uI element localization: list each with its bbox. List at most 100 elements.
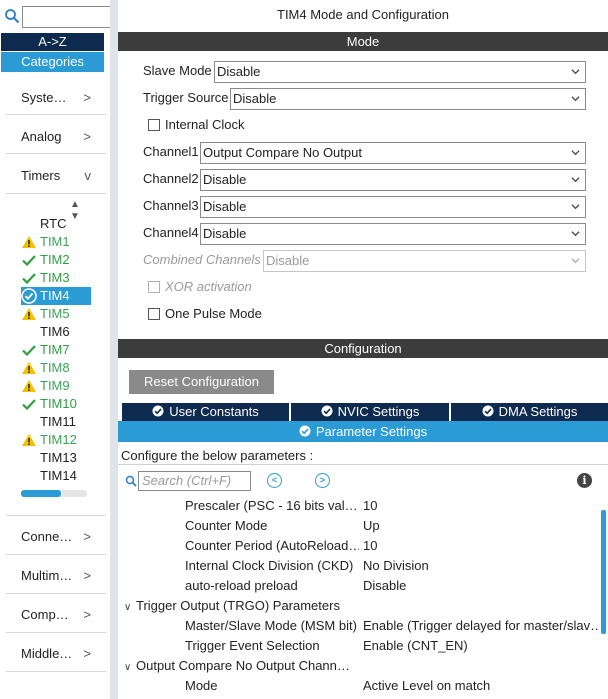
timer-label: TIM5 <box>40 306 70 321</box>
group-label: Output Compare No Output Chann… <box>136 658 350 673</box>
channel1-select[interactable]: Output Compare No Output <box>200 142 586 164</box>
slave-mode-select[interactable]: Disable <box>214 61 586 83</box>
timer-label: TIM7 <box>40 342 70 357</box>
category-middleware[interactable]: Middle… > <box>21 644 91 664</box>
timer-label: TIM2 <box>40 252 70 267</box>
chevron-right-icon: > <box>83 646 91 661</box>
one-pulse-mode-checkbox[interactable] <box>148 308 160 320</box>
param-name: Counter Period (AutoReload… <box>185 538 359 553</box>
select-value: Output Compare No Output <box>203 145 362 160</box>
search-icon[interactable] <box>4 8 20 24</box>
timer-label: TIM9 <box>40 378 70 393</box>
param-value[interactable]: 10 <box>363 498 599 513</box>
timer-item[interactable]: TIM1 <box>21 233 91 251</box>
divider <box>6 671 106 672</box>
channel3-select[interactable]: Disable <box>200 196 586 218</box>
timer-item[interactable]: TIM14 <box>21 467 91 485</box>
panel-splitter[interactable] <box>110 0 118 699</box>
chevron-right-icon: > <box>83 129 91 144</box>
group-trgo-parameters[interactable]: ∨ Trigger Output (TRGO) Parameters <box>124 598 340 613</box>
param-value[interactable]: No Division <box>363 558 599 573</box>
param-value[interactable]: Active Level on match <box>363 678 599 693</box>
channel2-select[interactable]: Disable <box>200 169 586 191</box>
warning-icon <box>22 434 36 446</box>
vertical-scrollbar[interactable] <box>601 510 606 634</box>
one-pulse-mode-label: One Pulse Mode <box>165 306 262 321</box>
tab-dma-settings[interactable]: DMA Settings <box>451 403 608 421</box>
tab-label: Parameter Settings <box>315 424 428 439</box>
warning-icon <box>22 308 36 320</box>
search-previous-icon[interactable]: < <box>267 473 282 488</box>
select-value: Disable <box>203 199 247 214</box>
tab-label: DMA Settings <box>498 404 578 419</box>
timer-item[interactable]: TIM6 <box>21 323 91 341</box>
timer-item[interactable]: TIM3 <box>21 269 91 287</box>
select-value: Disable <box>203 226 247 241</box>
tab-user-constants[interactable]: User Constants <box>122 403 289 421</box>
category-timers[interactable]: Timers v <box>21 166 91 186</box>
category-analog[interactable]: Analog > <box>21 127 91 147</box>
param-name: Internal Clock Division (CKD) <box>185 558 354 573</box>
info-icon[interactable]: i <box>577 473 592 488</box>
category-label: Conne… <box>21 529 73 544</box>
group-label: Trigger Output (TRGO) Parameters <box>136 598 340 613</box>
group-output-compare[interactable]: ∨ Output Compare No Output Chann… <box>124 658 350 673</box>
timer-item[interactable]: TIM2 <box>21 251 91 269</box>
combined-channels-label: Combined Channels <box>143 252 261 267</box>
timer-item[interactable]: TIM12 <box>21 431 91 449</box>
reset-configuration-button[interactable]: Reset Configuration <box>129 370 274 394</box>
timer-item[interactable]: TIM13 <box>21 449 91 467</box>
param-value[interactable]: Enable (CNT_EN) <box>363 638 599 653</box>
warning-icon <box>22 380 36 392</box>
param-name: Trigger Event Selection <box>185 638 320 653</box>
search-next-icon[interactable]: > <box>315 473 330 488</box>
param-name: Prescaler (PSC - 16 bits val… <box>185 498 358 513</box>
horizontal-scrollbar-thumb[interactable] <box>21 490 61 497</box>
timer-item[interactable]: TIM7 <box>21 341 91 359</box>
param-value[interactable]: Disable <box>363 578 599 593</box>
tab-nvic-settings[interactable]: NVIC Settings <box>291 403 449 421</box>
timer-label: TIM6 <box>40 324 70 339</box>
check-circle-icon <box>299 425 311 437</box>
divider <box>6 593 106 594</box>
timer-item[interactable]: RTC <box>21 215 91 233</box>
page-title: TIM4 Mode and Configuration <box>277 7 449 22</box>
component-search-input[interactable] <box>22 6 112 28</box>
category-system[interactable]: Syste… > <box>21 88 91 108</box>
check-circle-icon <box>321 405 333 417</box>
channel2-label: Channel2 <box>143 171 199 186</box>
checkmark-icon <box>22 255 36 267</box>
divider <box>6 114 106 115</box>
timer-item[interactable]: TIM9 <box>21 377 91 395</box>
timer-item[interactable]: TIM4 <box>21 287 91 305</box>
category-computing[interactable]: Comp… > <box>21 605 91 625</box>
parameter-search-input[interactable]: Search (Ctrl+F) <box>138 471 251 491</box>
channel4-select[interactable]: Disable <box>200 223 586 245</box>
timer-item[interactable]: TIM8 <box>21 359 91 377</box>
main-panel: TIM4 Mode and Configuration Mode Slave M… <box>118 0 608 699</box>
param-value[interactable]: Up <box>363 518 599 533</box>
search-icon <box>125 475 137 487</box>
tab-parameter-settings[interactable]: Parameter Settings <box>118 421 608 442</box>
category-multimedia[interactable]: Multim… > <box>21 566 91 586</box>
categories-button[interactable]: Categories <box>1 52 104 72</box>
timer-item[interactable]: TIM10 <box>21 395 91 413</box>
timer-item[interactable]: TIM11 <box>21 413 91 431</box>
divider <box>6 554 106 555</box>
chevron-down-icon: v <box>84 168 92 183</box>
trigger-source-select[interactable]: Disable <box>230 88 586 110</box>
category-connectivity[interactable]: Conne… > <box>21 527 91 547</box>
tab-label: User Constants <box>169 404 259 419</box>
configuration-section-header: Configuration <box>118 339 608 358</box>
divider <box>118 464 608 465</box>
chevron-down-icon <box>571 231 580 237</box>
select-value: Disable <box>233 91 277 106</box>
sort-az-button[interactable]: A->Z <box>1 33 104 51</box>
param-value[interactable]: 10 <box>363 538 599 553</box>
internal-clock-label: Internal Clock <box>165 117 245 132</box>
mode-section-header: Mode <box>118 32 608 51</box>
xor-activation-label: XOR activation <box>165 279 252 294</box>
timer-item[interactable]: TIM5 <box>21 305 91 323</box>
internal-clock-checkbox[interactable] <box>148 119 160 131</box>
param-value[interactable]: Enable (Trigger delayed for master/slav… <box>363 618 599 633</box>
